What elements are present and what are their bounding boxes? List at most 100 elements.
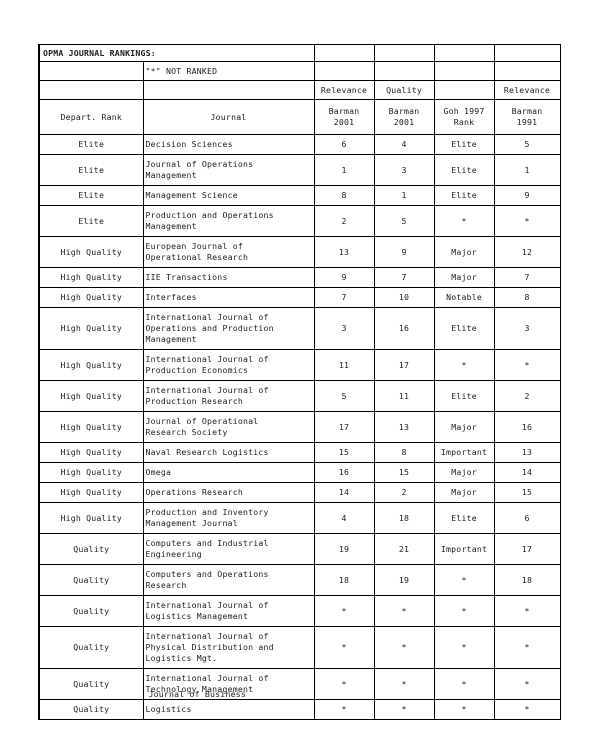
cell-barman-2001-quality: * — [373, 626, 435, 669]
cell-journal: Computers and Industrial Engineering — [142, 533, 315, 565]
cell-barman-2001-relevance: 5 — [313, 380, 375, 412]
cell-goh-1997-rank: Elite — [433, 380, 495, 412]
cell-goh-1997-rank: * — [433, 668, 495, 700]
legend-row-spacer-0 — [38, 61, 144, 81]
overlapping-journal-text: Journal of Business — [148, 689, 246, 699]
cell-rank: Quality — [38, 533, 144, 565]
cell-goh-1997-rank: Major — [433, 482, 495, 503]
cell-journal: Omega — [142, 462, 315, 483]
cell-barman-2001-relevance: 11 — [313, 349, 375, 381]
cell-rank: High Quality — [38, 442, 144, 463]
legend-row-spacer-2 — [373, 61, 435, 81]
cell-rank: High Quality — [38, 411, 144, 443]
cell-barman-2001-relevance: 16 — [313, 462, 375, 483]
cell-rank: Quality — [38, 626, 144, 669]
legend-row-spacer-4 — [493, 61, 561, 81]
table-row: High Quality International Journal of Ope… — [38, 307, 561, 350]
cell-barman-1991-relevance: 18 — [493, 564, 561, 596]
metric-header-goh-1997 — [433, 80, 495, 100]
cell-barman-2001-relevance: 13 — [313, 236, 375, 268]
cell-goh-1997-rank: Elite — [433, 185, 495, 206]
rankings-table-container: OPMA JOURNAL RANKINGS: "*" NOT RANKED Re… — [38, 44, 561, 720]
table-row: High Quality Journal of Operational Resea… — [38, 411, 561, 443]
table-row: Quality Computers and Operations Research… — [38, 564, 561, 596]
not-ranked-legend: "*" NOT RANKED — [142, 61, 315, 81]
cell-barman-2001-quality: 3 — [373, 154, 435, 186]
table-row: Quality Logistics Journal of Business * * * * — [38, 689, 561, 720]
cell-goh-1997-rank: * — [433, 699, 495, 720]
cell-barman-1991-relevance: 8 — [493, 287, 561, 308]
cell-barman-1991-relevance: 12 — [493, 236, 561, 268]
metric-header-barman-2001-relevance: Relevance — [313, 80, 375, 100]
cell-rank: Quality — [38, 668, 144, 700]
cell-barman-2001-quality: * — [373, 595, 435, 627]
cell-goh-1997-rank: Major — [433, 411, 495, 443]
cell-barman-2001-relevance: * — [313, 668, 375, 700]
cell-rank: High Quality — [38, 380, 144, 412]
cell-barman-1991-relevance: 7 — [493, 267, 561, 288]
table-row: Elite Journal of Operations Management 1 3 E… — [38, 154, 561, 186]
cell-barman-1991-relevance: 16 — [493, 411, 561, 443]
cell-barman-2001-quality: 8 — [373, 442, 435, 463]
cell-goh-1997-rank: Important — [433, 442, 495, 463]
cell-goh-1997-rank: Major — [433, 236, 495, 268]
cell-rank: High Quality — [38, 482, 144, 503]
cell-goh-1997-rank: Elite — [433, 154, 495, 186]
cell-barman-2001-relevance: 3 — [313, 307, 375, 350]
cell-journal: European Journal of Operational Research — [142, 236, 315, 268]
cell-rank: High Quality — [38, 236, 144, 268]
cell-barman-1991-relevance: 3 — [493, 307, 561, 350]
cell-goh-1997-rank: Notable — [433, 287, 495, 308]
cell-barman-1991-relevance: * — [493, 699, 561, 720]
cell-barman-1991-relevance: * — [493, 349, 561, 381]
cell-rank: Elite — [38, 154, 144, 186]
cell-barman-2001-quality: 10 — [373, 287, 435, 308]
cell-barman-2001-relevance: * — [313, 626, 375, 669]
cell-journal: Interfaces — [142, 287, 315, 308]
column-header-barman-2001-relevance: Barman 2001 — [313, 99, 375, 135]
legend-row-spacer-1 — [313, 61, 375, 81]
cell-goh-1997-rank: Elite — [433, 307, 495, 350]
table-title-row: OPMA JOURNAL RANKINGS: — [38, 44, 561, 62]
table-legend-row: "*" NOT RANKED — [38, 61, 561, 81]
cell-barman-1991-relevance: * — [493, 595, 561, 627]
cell-barman-1991-relevance: 2 — [493, 380, 561, 412]
cell-barman-2001-relevance: 19 — [313, 533, 375, 565]
cell-journal: Operations Research — [142, 482, 315, 503]
table-row: High Quality European Journal of Operatio… — [38, 236, 561, 268]
metric-header-row: Relevance Quality Relevance — [38, 80, 561, 100]
cell-rank: High Quality — [38, 287, 144, 308]
cell-barman-2001-quality: * — [373, 668, 435, 700]
table-row: Quality International Journal of Technolo… — [38, 668, 561, 700]
cell-journal: Decision Sciences — [142, 134, 315, 155]
cell-journal: International Journal of Logistics Manag… — [142, 595, 315, 627]
table-row: High Quality International Journal of Pro… — [38, 380, 561, 412]
legend-row-spacer-3 — [433, 61, 495, 81]
table-row: High Quality Operations Research 14 2 Major 1… — [38, 482, 561, 503]
metric-header-journal — [142, 80, 315, 100]
cell-barman-2001-quality: 13 — [373, 411, 435, 443]
table-row: Elite Decision Sciences 6 4 Elite 5 — [38, 134, 561, 155]
cell-barman-2001-relevance: 6 — [313, 134, 375, 155]
cell-barman-2001-relevance: 7 — [313, 287, 375, 308]
cell-rank: High Quality — [38, 267, 144, 288]
table-row: High Quality IIE Transactions 9 7 Major 7 — [38, 267, 561, 288]
table-row: High Quality Production and Inventory Man… — [38, 502, 561, 534]
column-header-barman-1991-relevance: Barman 1991 — [493, 99, 561, 135]
cell-barman-1991-relevance: 1 — [493, 154, 561, 186]
cell-barman-2001-relevance: 9 — [313, 267, 375, 288]
cell-journal: Computers and Operations Research — [142, 564, 315, 596]
column-header-journal: Journal — [142, 99, 315, 135]
cell-goh-1997-rank: Important — [433, 533, 495, 565]
cell-journal: Journal of Operations Management — [142, 154, 315, 186]
column-header-goh-1997-rank: Goh 1997 Rank — [433, 99, 495, 135]
cell-goh-1997-rank: * — [433, 349, 495, 381]
cell-barman-2001-quality: 18 — [373, 502, 435, 534]
cell-journal: Production and Inventory Management Jour… — [142, 502, 315, 534]
table-row: High Quality Naval Research Logistics 15 8 I… — [38, 442, 561, 463]
cell-barman-1991-relevance: 14 — [493, 462, 561, 483]
table-row: High Quality International Journal of Pro… — [38, 349, 561, 381]
cell-barman-2001-relevance: 17 — [313, 411, 375, 443]
metric-header-rank — [38, 80, 144, 100]
cell-barman-2001-relevance: 1 — [313, 154, 375, 186]
